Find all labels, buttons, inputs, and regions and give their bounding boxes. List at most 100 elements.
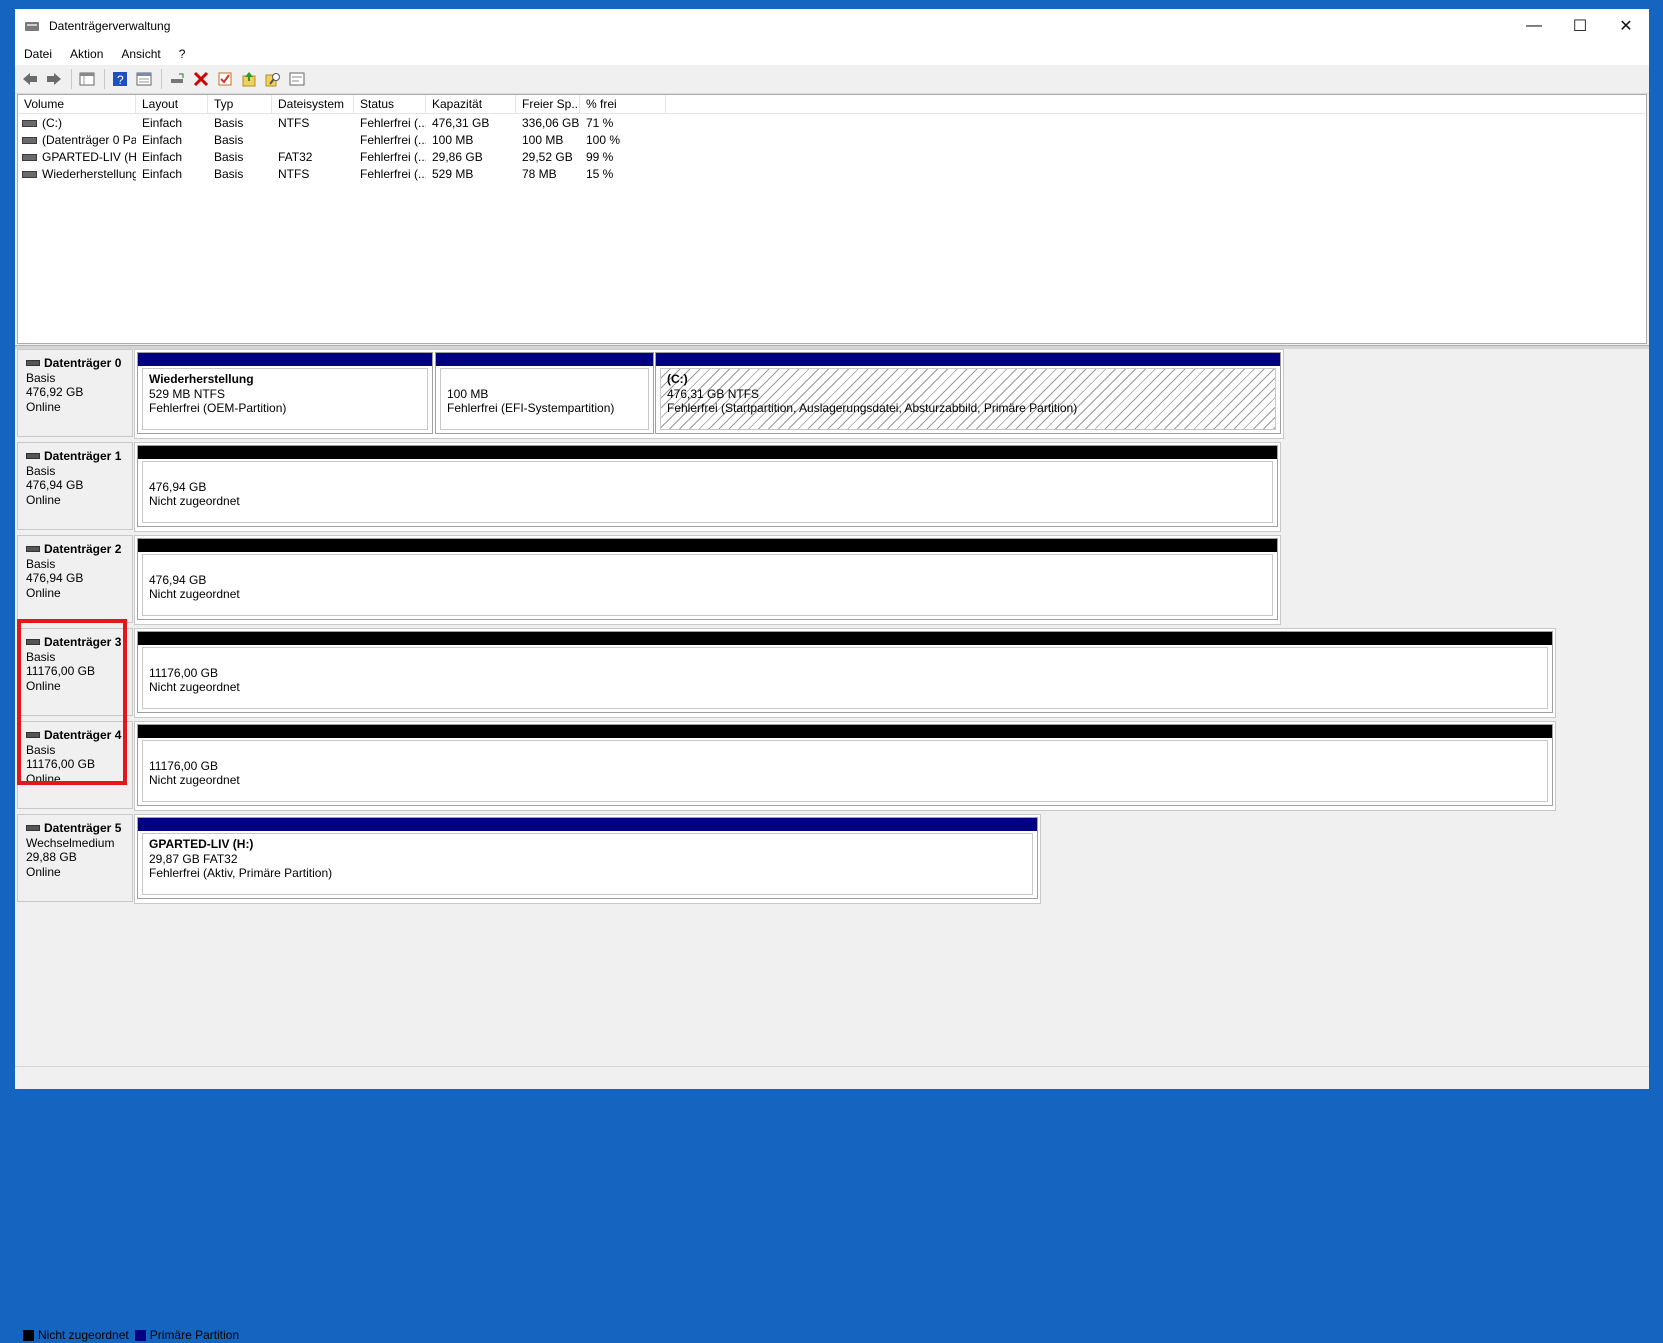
- partition-line1: 476,94 GB: [149, 479, 207, 494]
- column-header-dateisystem[interactable]: Dateisystem: [272, 95, 354, 113]
- volume-name: (Datenträger 0 Par...: [42, 132, 136, 147]
- partition-line2: Nicht zugeordnet: [149, 680, 240, 694]
- disk-name: Datenträger 0: [26, 356, 132, 371]
- primary-partition[interactable]: (C:) 476,31 GB NTFS Fehlerfrei (Startparti…: [655, 352, 1281, 434]
- volume-list-body: (C:) Einfach Basis NTFS Fehlerfrei (... 476,3…: [18, 114, 1646, 182]
- partition-content: (C:) 476,31 GB NTFS Fehlerfrei (Startparti…: [660, 368, 1276, 430]
- volume-icon: [22, 153, 37, 161]
- volume-row[interactable]: (C:) Einfach Basis NTFS Fehlerfrei (... 476,3…: [18, 114, 1646, 131]
- partition-title: [149, 558, 1266, 573]
- partition-content: GPARTED-LIV (H:) 29,87 GB FAT32 Fehlerfrei…: [142, 833, 1033, 895]
- column-header-prozent-frei[interactable]: % frei: [580, 95, 666, 113]
- disk-label[interactable]: Datenträger 2 Basis 476,94 GB Online: [17, 535, 133, 623]
- legend-item-primary: Primäre Partition: [134, 1328, 239, 1342]
- disk-state: Online: [26, 585, 61, 600]
- disk-state: Online: [26, 492, 61, 507]
- maximize-button[interactable]: ☐: [1557, 9, 1603, 43]
- disk-name-text: Datenträger 2: [44, 542, 122, 556]
- volume-cell-freier-sp: 29,52 GB: [522, 149, 573, 164]
- close-button[interactable]: ✕: [1603, 9, 1649, 43]
- check-icon[interactable]: [214, 68, 236, 90]
- status-bar: [15, 1066, 1649, 1089]
- volume-cell-prozent-frei: 100 %: [586, 132, 621, 147]
- volume-row[interactable]: Wiederherstellung Einfach Basis NTFS Fehlerf…: [18, 165, 1646, 182]
- disk-label[interactable]: Datenträger 5 Wechselmedium 29,88 GB Online: [17, 814, 133, 902]
- column-header-volume[interactable]: Volume: [18, 95, 136, 113]
- volume-cell-layout: Einfach: [142, 132, 183, 147]
- menu-ansicht[interactable]: Ansicht: [112, 47, 169, 61]
- disk-management-window: Datenträgerverwaltung — ☐ ✕ Datei Aktion…: [14, 8, 1650, 1342]
- primary-partition[interactable]: GPARTED-LIV (H:) 29,87 GB FAT32 Fehlerfrei…: [137, 817, 1038, 899]
- disk-icon: [26, 825, 40, 832]
- help-icon[interactable]: ?: [109, 68, 131, 90]
- primary-partition[interactable]: Wiederherstellung 529 MB NTFS Fehlerfrei (…: [137, 352, 433, 434]
- partition-content: 11176,00 GB Nicht zugeordnet: [142, 740, 1548, 802]
- unallocated-partition[interactable]: 11176,00 GB Nicht zugeordnet: [137, 724, 1553, 806]
- volume-cell-layout: Einfach: [142, 149, 183, 164]
- column-header-layout[interactable]: Layout: [136, 95, 208, 113]
- partition-line1: 100 MB: [447, 386, 489, 401]
- menu-help[interactable]: ?: [170, 47, 195, 61]
- export-icon[interactable]: [238, 68, 260, 90]
- properties-grid-icon[interactable]: [76, 68, 98, 90]
- partition-line2: Nicht zugeordnet: [149, 494, 240, 508]
- partition-title: Wiederherstellung: [149, 372, 254, 386]
- disk-state: Online: [26, 864, 61, 879]
- volume-name: GPARTED-LIV (H:): [42, 149, 136, 164]
- volume-cell-status: Fehlerfrei (...: [360, 166, 426, 181]
- delete-icon[interactable]: [190, 68, 212, 90]
- disk-connect-icon[interactable]: [166, 68, 188, 90]
- disk-state: Online: [26, 399, 61, 414]
- disk-icon: [26, 546, 40, 553]
- disk-type: Basis: [26, 370, 56, 385]
- disk-label[interactable]: Datenträger 1 Basis 476,94 GB Online: [17, 442, 133, 530]
- disk-label[interactable]: Datenträger 0 Basis 476,92 GB Online: [17, 349, 133, 437]
- volume-cell-dateisystem: FAT32: [278, 149, 313, 164]
- volume-cell-freier-sp: 336,06 GB: [522, 115, 580, 130]
- partition-line2: Fehlerfrei (OEM-Partition): [149, 401, 287, 415]
- menu-bar: Datei Aktion Ansicht ?: [15, 43, 1649, 65]
- disk-graph-pane: Datenträger 5 Wechselmedium 29,88 GB Online…: [17, 349, 1645, 1342]
- partition-title: [149, 465, 1266, 480]
- disk-name: Datenträger 2: [26, 542, 132, 557]
- disk-type: Wechselmedium: [26, 835, 115, 850]
- partition-title: [149, 651, 1541, 666]
- volume-list[interactable]: Volume Layout Typ Dateisystem Status Kapazitä…: [17, 94, 1647, 344]
- primary-partition[interactable]: 100 MB Fehlerfrei (EFI-Systempartition): [435, 352, 654, 434]
- minimize-button[interactable]: —: [1511, 9, 1557, 43]
- unallocated-partition[interactable]: 476,94 GB Nicht zugeordnet: [137, 445, 1278, 527]
- disk-partitions: 11176,00 GB Nicht zugeordnet: [134, 628, 1556, 718]
- partition-line2: Fehlerfrei (Startpartition, Auslagerungs…: [667, 401, 1078, 415]
- legend-label-unallocated: Nicht zugeordnet: [38, 1328, 129, 1342]
- volume-cell-status: Fehlerfrei (...: [360, 149, 426, 164]
- column-header-typ[interactable]: Typ: [208, 95, 272, 113]
- volume-cell-volume: GPARTED-LIV (H:): [18, 150, 136, 164]
- partition-content: 100 MB Fehlerfrei (EFI-Systempartition): [440, 368, 649, 430]
- volume-row[interactable]: GPARTED-LIV (H:) Einfach Basis FAT32 Fehlerf…: [18, 148, 1646, 165]
- column-header-kapazitaet[interactable]: Kapazität: [426, 95, 516, 113]
- menu-datei[interactable]: Datei: [15, 47, 61, 61]
- menu-aktion[interactable]: Aktion: [61, 47, 112, 61]
- column-header-status[interactable]: Status: [354, 95, 426, 113]
- partition-line2: Fehlerfrei (EFI-Systempartition): [447, 401, 615, 415]
- window-title: Datenträgerverwaltung: [49, 19, 171, 33]
- legend-item-unallocated: Nicht zugeordnet: [23, 1328, 129, 1342]
- search-icon[interactable]: [262, 68, 284, 90]
- volume-row[interactable]: (Datenträger 0 Par... Einfach Basis Fehlerf…: [18, 131, 1646, 148]
- volume-cell-prozent-frei: 15 %: [586, 166, 614, 181]
- volume-cell-dateisystem: NTFS: [278, 166, 310, 181]
- partition-color-bar: [138, 725, 1552, 738]
- disk-partitions: 476,94 GB Nicht zugeordnet: [134, 442, 1281, 532]
- volume-cell-layout: Einfach: [142, 166, 183, 181]
- unallocated-partition[interactable]: 476,94 GB Nicht zugeordnet: [137, 538, 1278, 620]
- partition-color-bar: [138, 632, 1552, 645]
- forward-icon[interactable]: [43, 68, 65, 90]
- column-header-freier-sp[interactable]: Freier Sp...: [516, 95, 580, 113]
- back-icon[interactable]: [19, 68, 41, 90]
- console-icon[interactable]: [133, 68, 155, 90]
- settings-icon[interactable]: [286, 68, 308, 90]
- unallocated-partition[interactable]: 11176,00 GB Nicht zugeordnet: [137, 631, 1553, 713]
- partition-line1: 476,94 GB: [149, 572, 207, 587]
- volume-cell-dateisystem: NTFS: [278, 115, 310, 130]
- disk-size: 476,94 GB: [26, 571, 84, 585]
